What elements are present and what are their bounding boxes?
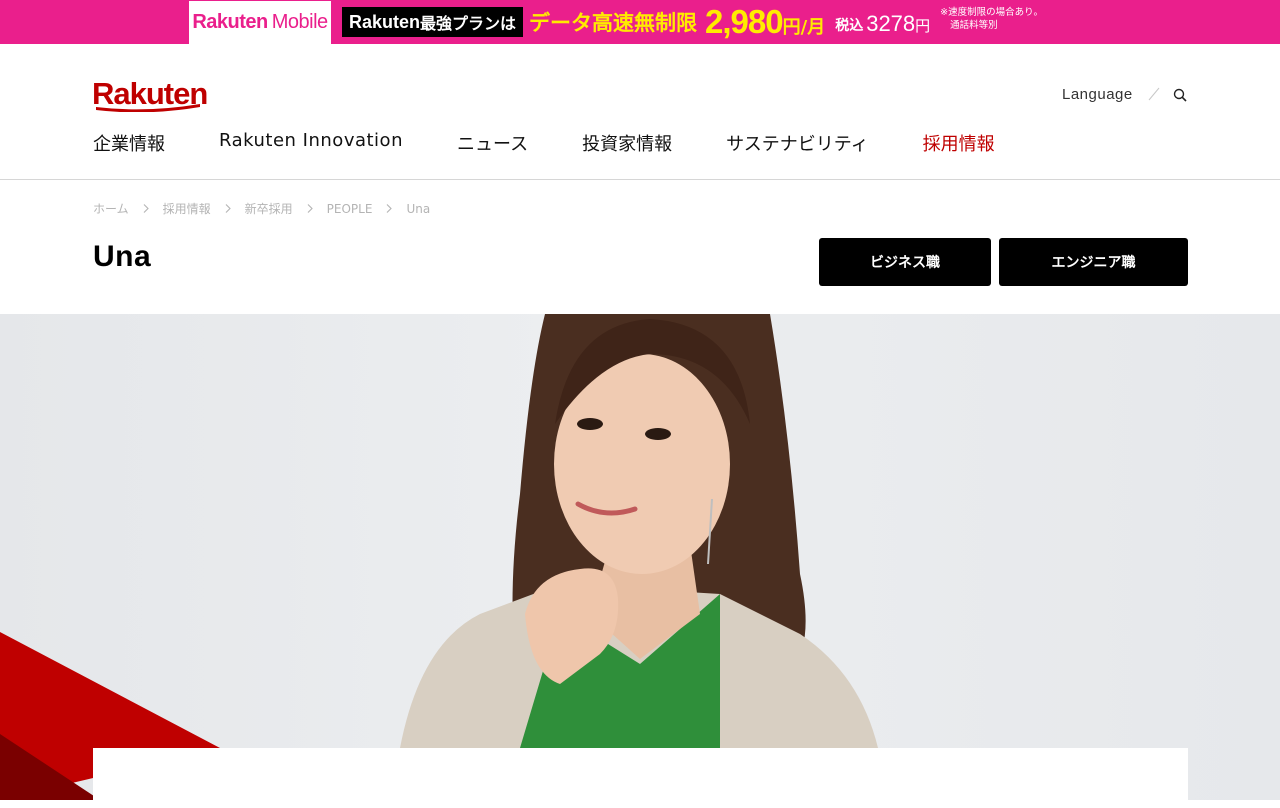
nav-item-corporate[interactable]: 企業情報 bbox=[93, 130, 165, 156]
main-nav: 企業情報 Rakuten Innovation ニュース 投資家情報 サステナビ… bbox=[93, 130, 1049, 156]
divider-icon bbox=[1148, 87, 1160, 101]
logo-swoosh-icon bbox=[96, 104, 200, 112]
breadcrumb-current: Una bbox=[406, 201, 431, 216]
promo-tax-price: 3278 bbox=[866, 11, 916, 36]
rakuten-mobile-logo: Rakuten Mobile bbox=[189, 0, 331, 44]
page-title: Una bbox=[93, 240, 152, 273]
chevron-right-icon bbox=[307, 204, 313, 213]
nav-item-innovation[interactable]: Rakuten Innovation bbox=[219, 130, 403, 156]
chevron-right-icon bbox=[143, 204, 149, 213]
promo-banner[interactable]: Rakuten Mobile Rakuten 最強プランは データ高速無制限 2,9… bbox=[0, 0, 1280, 44]
breadcrumb-careers[interactable]: 採用情報 bbox=[163, 200, 211, 217]
chevron-right-icon bbox=[225, 204, 231, 213]
promo-tax-unit: 円 bbox=[915, 17, 931, 35]
breadcrumb-people[interactable]: PEOPLE bbox=[327, 202, 373, 216]
chevron-right-icon bbox=[387, 204, 393, 213]
nav-item-investors[interactable]: 投資家情報 bbox=[582, 130, 672, 156]
promo-plan-label: Rakuten 最強プランは bbox=[342, 7, 524, 37]
promo-tax-label: 税込 bbox=[835, 18, 864, 34]
language-link[interactable]: Language bbox=[1062, 86, 1133, 103]
breadcrumb: ホーム 採用情報 新卒採用 PEOPLE Una bbox=[93, 200, 430, 217]
site-header: Rakuten Language 企業情報 Rakuten Innovation… bbox=[0, 44, 1280, 180]
hero-image bbox=[0, 314, 1280, 800]
promo-price-unit: 円/月 bbox=[782, 17, 826, 38]
business-jobs-button[interactable]: ビジネス職 bbox=[819, 238, 991, 286]
nav-item-news[interactable]: ニュース bbox=[457, 130, 528, 156]
nav-item-careers[interactable]: 採用情報 bbox=[923, 130, 995, 156]
content-card bbox=[93, 748, 1188, 808]
promo-speed-text: データ高速無制限 bbox=[529, 11, 698, 35]
portrait-illustration bbox=[0, 314, 878, 800]
promo-note: ※速度制限の場合あり。 通話料等別 bbox=[940, 7, 1043, 31]
search-icon[interactable] bbox=[1173, 88, 1187, 102]
nav-item-sustainability[interactable]: サステナビリティ bbox=[726, 130, 869, 156]
engineer-jobs-button[interactable]: エンジニア職 bbox=[999, 238, 1188, 286]
breadcrumb-new-graduates[interactable]: 新卒採用 bbox=[245, 200, 293, 217]
breadcrumb-home[interactable]: ホーム bbox=[93, 200, 129, 217]
promo-price: 2,980 bbox=[705, 3, 784, 40]
